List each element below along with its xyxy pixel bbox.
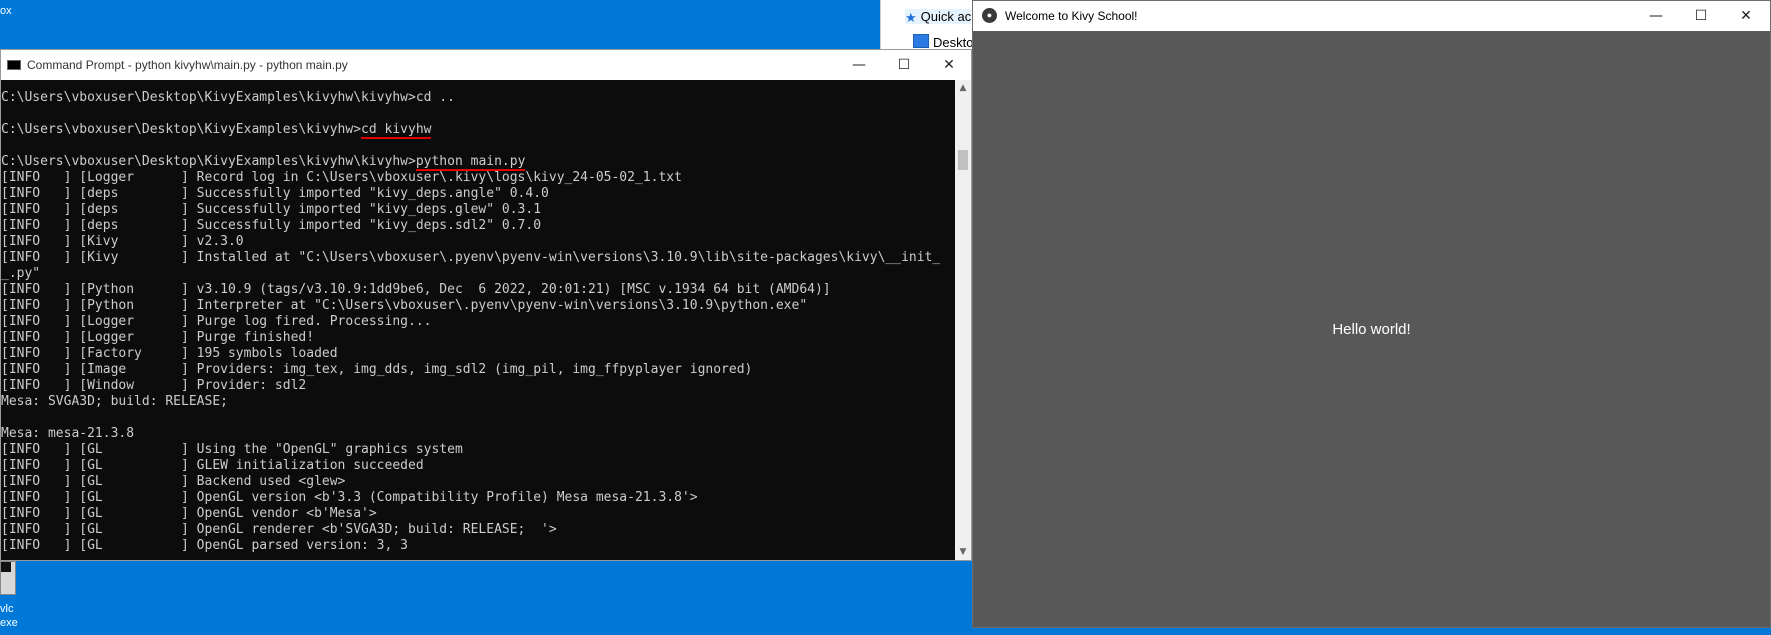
star-icon: ★: [905, 10, 917, 25]
kivy-logo-icon: ●: [982, 8, 997, 23]
terminal-line: [INFO ] [Python ] v3.10.9 (tags/v3.10.9:…: [1, 282, 831, 297]
terminal-line: C:\Users\vboxuser\Desktop\KivyExamples\k…: [1, 154, 957, 171]
terminal-line: C:\Users\vboxuser\Desktop\KivyExamples\k…: [1, 90, 455, 105]
terminal-line: [INFO ] [Kivy ] v2.3.0: [1, 234, 244, 249]
terminal-line: [INFO ] [GL ] OpenGL renderer <b'SVGA3D;…: [1, 522, 557, 537]
desktop-icon-label[interactable]: vlc: [0, 603, 13, 615]
terminal-line: [INFO ] [GL ] OpenGL vendor <b'Mesa'>: [1, 506, 377, 521]
terminal-line: [INFO ] [Logger ] Purge finished!: [1, 330, 315, 345]
terminal-prompt: C:\Users\vboxuser\Desktop\KivyExamples\k…: [1, 154, 416, 169]
hello-world-label: Hello world!: [1332, 321, 1411, 338]
terminal-line: [INFO ] [Kivy ] Installed at "C:\Users\v…: [1, 250, 941, 265]
terminal-line: [INFO ] [Logger ] Purge log fired. Proce…: [1, 314, 432, 329]
cmd-scrollbar[interactable]: ▲ ▼: [955, 80, 971, 560]
terminal-prompt: C:\Users\vboxuser\Desktop\KivyExamples\k…: [1, 122, 362, 137]
terminal-line: Mesa: mesa-21.3.8: [1, 426, 135, 441]
terminal-line: [INFO ] [Window ] Provider: sdl2: [1, 378, 307, 393]
terminal-line: [INFO ] [deps ] Successfully imported "k…: [1, 218, 542, 233]
desktop-app-icon[interactable]: [0, 561, 16, 595]
cmd-app-icon: [7, 60, 21, 70]
desktop-icon-label-ext[interactable]: exe: [0, 617, 18, 629]
kivy-maximize-button[interactable]: ☐: [1678, 1, 1724, 31]
terminal-line: [INFO ] [deps ] Successfully imported "k…: [1, 202, 542, 217]
terminal-line: [INFO ] [Image ] Providers: img_tex, img…: [1, 362, 753, 377]
scroll-down-arrow-icon[interactable]: ▼: [955, 544, 971, 560]
highlighted-command: python main.py: [415, 154, 526, 171]
cmd-minimize-button[interactable]: —: [836, 50, 882, 80]
command-prompt-window[interactable]: Command Prompt - python kivyhw\main.py -…: [0, 49, 972, 561]
scroll-up-arrow-icon[interactable]: ▲: [955, 80, 971, 96]
terminal-line: C:\Users\vboxuser\Desktop\KivyExamples\k…: [1, 122, 957, 139]
terminal-line: [INFO ] [Factory ] 195 symbols loaded: [1, 346, 338, 361]
desktop-nav-item[interactable]: Desktop: [913, 34, 981, 50]
kivy-window-title: Welcome to Kivy School!: [1005, 9, 1138, 23]
quick-access-label: Quick ac: [920, 9, 972, 24]
desktop-item-label-top: ox: [0, 5, 12, 17]
kivy-title-bar[interactable]: ● Welcome to Kivy School! — ☐ ✕: [973, 1, 1770, 31]
terminal-line: [INFO ] [GL ] OpenGL parsed version: 3, …: [1, 538, 408, 553]
terminal-line: [INFO ] [deps ] Successfully imported "k…: [1, 186, 549, 201]
kivy-app-window[interactable]: ● Welcome to Kivy School! — ☐ ✕ Hello wo…: [972, 0, 1771, 628]
kivy-close-button[interactable]: ✕: [1723, 1, 1769, 31]
terminal-line: [INFO ] [Python ] Interpreter at "C:\Use…: [1, 298, 808, 313]
terminal-line: [INFO ] [GL ] Backend used <glew>: [1, 474, 346, 489]
cmd-title-bar[interactable]: Command Prompt - python kivyhw\main.py -…: [1, 50, 971, 80]
terminal-line: _.py": [1, 266, 41, 281]
quick-access-item[interactable]: ★ Quick ac: [905, 9, 972, 25]
file-explorer-window: ★ Quick ac Desktop: [880, 0, 981, 52]
terminal-line: Mesa: SVGA3D; build: RELEASE;: [1, 394, 228, 409]
terminal-line: [INFO ] [Logger ] Record log in C:\Users…: [1, 170, 682, 185]
desktop-folder-icon: [913, 34, 929, 48]
kivy-minimize-button[interactable]: —: [1633, 1, 1679, 31]
cmd-maximize-button[interactable]: ☐: [881, 50, 927, 80]
terminal-line: [INFO ] [GL ] OpenGL version <b'3.3 (Com…: [1, 490, 698, 505]
highlighted-command: cd kivyhw: [361, 122, 432, 139]
terminal-line: [INFO ] [GL ] GLEW initialization succee…: [1, 458, 424, 473]
cmd-window-title: Command Prompt - python kivyhw\main.py -…: [27, 58, 348, 72]
terminal-line: [INFO ] [GL ] Using the "OpenGL" graphic…: [1, 442, 463, 457]
cmd-output[interactable]: C:\Users\vboxuser\Desktop\KivyExamples\k…: [1, 90, 957, 560]
scroll-thumb[interactable]: [958, 150, 968, 170]
cmd-close-button[interactable]: ✕: [926, 50, 972, 80]
